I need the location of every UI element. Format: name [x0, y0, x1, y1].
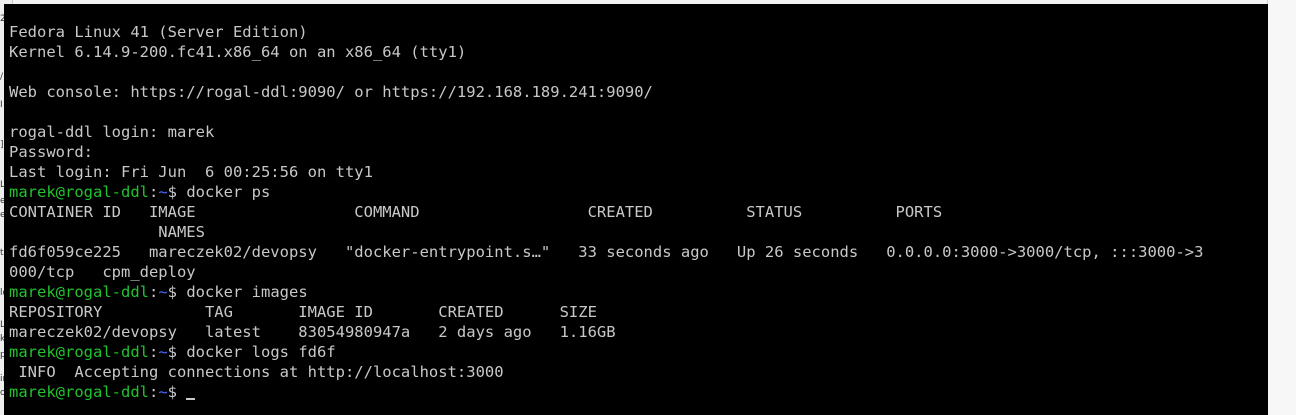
output-line: Kernel 6.14.9-200.fc41.x86_64 on an x86_…	[9, 42, 1268, 62]
terminal-output: Fedora Linux 41 (Server Edition) Kernel 6…	[9, 22, 1268, 402]
prompt-user-host: marek@rogal-ddl	[9, 343, 149, 361]
output-line: CONTAINER ID IMAGE COMMAND CREATED STATU…	[9, 202, 1268, 222]
background-glyph: ]	[0, 140, 4, 150]
output-text: rogal-ddl login: marek	[9, 123, 215, 141]
background-window-right-edge	[1267, 0, 1296, 415]
output-text: fd6f059ce225 mareczek02/devopsy "docker-…	[9, 243, 1204, 261]
output-text: INFO Accepting connections at http://loc…	[9, 363, 504, 381]
output-line: rogal-ddl login: marek	[9, 122, 1268, 142]
output-line: REPOSITORY TAG IMAGE ID CREATED SIZE	[9, 302, 1268, 322]
prompt-separator: :	[148, 183, 159, 201]
prompt-path: ~	[158, 183, 168, 201]
output-line: fd6f059ce225 mareczek02/devopsy "docker-…	[9, 242, 1268, 262]
terminal-console[interactable]: Fedora Linux 41 (Server Edition) Kernel 6…	[4, 4, 1268, 415]
output-text: Kernel 6.14.9-200.fc41.x86_64 on an x86_…	[9, 43, 467, 61]
prompt-path: ~	[158, 383, 168, 401]
output-text: Last login: Fri Jun 6 00:25:56 on tty1	[9, 163, 373, 181]
prompt-user-host: marek@rogal-ddl	[9, 383, 149, 401]
prompt-path: ~	[158, 283, 168, 301]
command-text: docker logs fd6f	[186, 343, 336, 361]
background-glyph: I	[0, 100, 3, 110]
output-text: 000/tcp cpm_deploy	[9, 263, 196, 281]
prompt-user-host: marek@rogal-ddl	[9, 283, 149, 301]
prompt-path: ~	[158, 343, 168, 361]
output-line: Fedora Linux 41 (Server Edition)	[9, 22, 1268, 42]
desktop: 2/I]LereltldLkepinom Fedora Linux 41 (Se…	[0, 0, 1296, 415]
command-text: docker ps	[186, 183, 271, 201]
prompt-separator: :	[148, 283, 159, 301]
output-line: Last login: Fri Jun 6 00:25:56 on tty1	[9, 162, 1268, 182]
prompt-separator: :	[148, 383, 159, 401]
output-text: Web console: https://rogal-ddl:9090/ or …	[9, 83, 653, 101]
output-text: REPOSITORY TAG IMAGE ID CREATED SIZE	[9, 303, 597, 321]
prompt-symbol: $	[167, 383, 187, 401]
prompt-user-host: marek@rogal-ddl	[9, 183, 149, 201]
output-text: Fedora Linux 41 (Server Edition)	[9, 23, 308, 41]
output-line: 000/tcp cpm_deploy	[9, 262, 1268, 282]
output-line: NAMES	[9, 222, 1268, 242]
output-text: NAMES	[9, 223, 205, 241]
prompt-symbol: $	[167, 183, 187, 201]
prompt-symbol: $	[167, 343, 187, 361]
output-text: CONTAINER ID IMAGE COMMAND CREATED STATU…	[9, 203, 943, 221]
output-line: mareczek02/devopsy latest 83054980947a 2…	[9, 322, 1268, 342]
text-cursor	[186, 398, 196, 400]
prompt-separator: :	[148, 343, 159, 361]
prompt-line: marek@rogal-ddl:~$	[9, 382, 1268, 402]
prompt-line: marek@rogal-ddl:~$ docker logs fd6f	[9, 342, 1268, 362]
prompt-symbol: $	[167, 283, 187, 301]
command-text: docker images	[186, 283, 308, 301]
output-line: INFO Accepting connections at http://loc…	[9, 362, 1268, 382]
output-line: Password:	[9, 142, 1268, 162]
prompt-line: marek@rogal-ddl:~$ docker images	[9, 282, 1268, 302]
output-text: Password:	[9, 143, 93, 161]
prompt-line: marek@rogal-ddl:~$ docker ps	[9, 182, 1268, 202]
background-glyph: /	[0, 72, 4, 82]
output-text: mareczek02/devopsy latest 83054980947a 2…	[9, 323, 616, 341]
output-line: Web console: https://rogal-ddl:9090/ or …	[9, 82, 1268, 102]
background-glyph: t	[0, 248, 4, 258]
